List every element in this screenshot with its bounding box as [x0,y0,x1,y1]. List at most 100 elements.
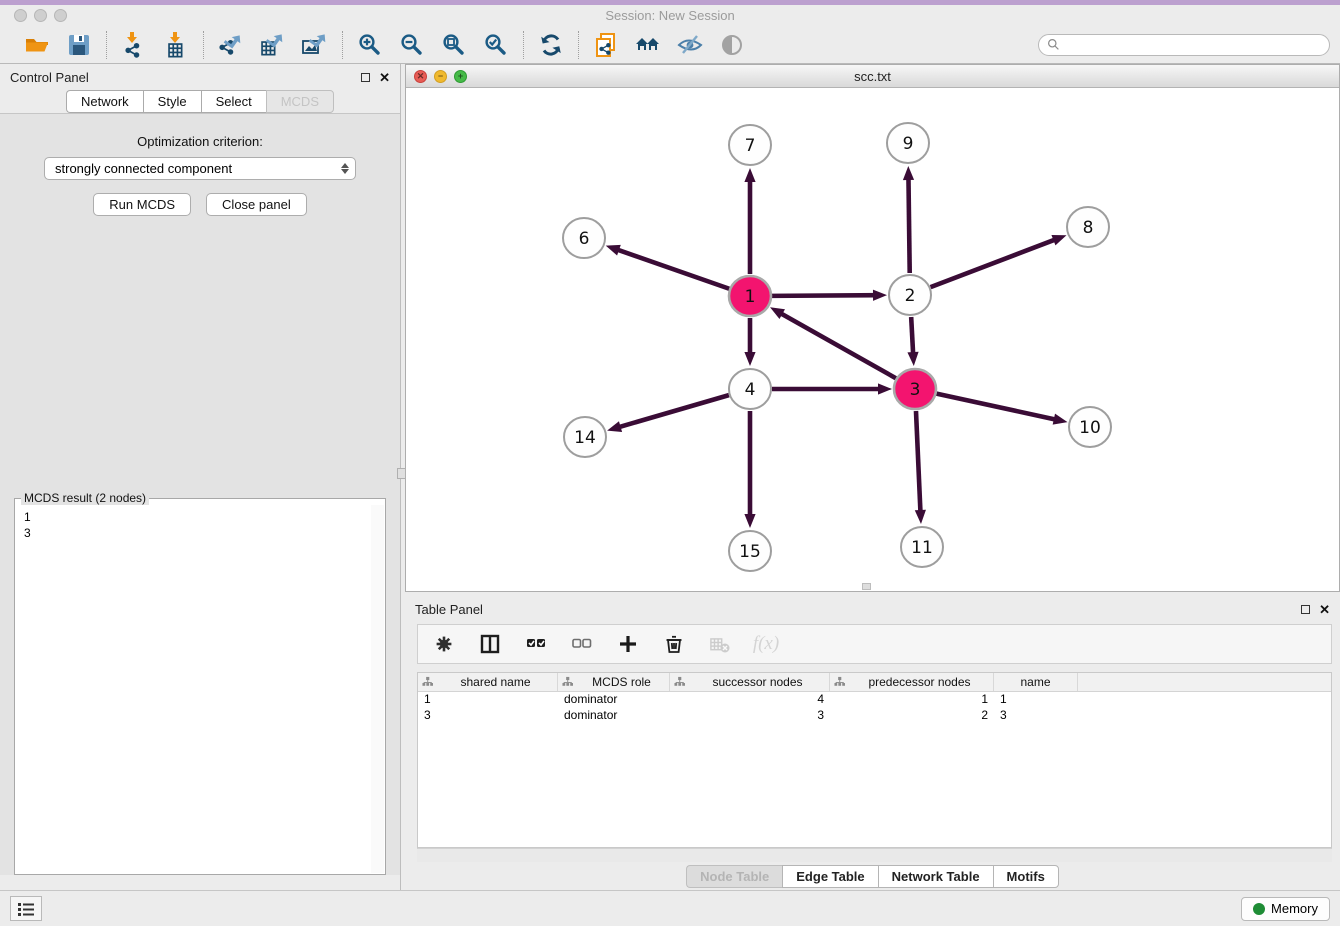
export-table-button[interactable] [259,31,287,59]
zoom-selected-button[interactable] [482,31,510,59]
close-panel-button[interactable]: Close panel [206,193,307,216]
save-session-icon [66,32,92,58]
column-header-predecessor-nodes[interactable]: predecessor nodes [830,673,994,691]
clone-network-button[interactable] [592,31,620,59]
table-cell[interactable]: dominator [558,708,670,724]
table-cell[interactable]: 4 [670,692,830,708]
add-column-button[interactable] [616,632,640,656]
refresh-view-button[interactable] [537,31,565,59]
network-maximize-button[interactable]: + [454,70,467,83]
network-window-titlebar[interactable]: ✕ − + scc.txt [406,65,1339,88]
float-panel-icon[interactable] [361,73,370,82]
import-network-button[interactable] [120,31,148,59]
network-canvas[interactable]: 7968124314101511 [406,88,1339,591]
table-cell[interactable]: 3 [670,708,830,724]
float-table-panel-icon[interactable] [1301,605,1310,614]
memory-button[interactable]: Memory [1241,897,1330,921]
table-settings-button[interactable] [432,632,456,656]
function-builder-button: f(x) [754,632,778,656]
home-layout-button[interactable] [634,31,662,59]
zoom-in-button[interactable] [356,31,384,59]
minimize-window-button[interactable] [34,9,47,22]
column-header-successor-nodes[interactable]: successor nodes [670,673,830,691]
app-titlebar[interactable]: Session: New Session [0,5,1340,26]
column-header-name[interactable]: name [994,673,1078,691]
delete-column-icon [664,634,684,654]
table-row[interactable]: 1dominator411 [418,692,1331,708]
table-cell[interactable]: 3 [418,708,558,724]
select-all-checkboxes-button[interactable] [524,632,548,656]
graph-edge-4-14[interactable] [616,395,729,428]
graph-edge-2-9[interactable] [908,175,909,273]
network-title: scc.txt [406,69,1339,84]
table-cell[interactable]: 1 [418,692,558,708]
run-mcds-button[interactable]: Run MCDS [93,193,191,216]
save-session-button[interactable] [65,31,93,59]
graph-edge-2-8[interactable] [931,238,1059,287]
vertical-splitter[interactable] [400,64,405,890]
memory-label: Memory [1271,901,1318,916]
criterion-select[interactable]: strongly connected component [44,157,356,180]
tab-node-table[interactable]: Node Table [686,865,782,888]
graph-edge-3-10[interactable] [936,394,1058,421]
session-title: Session: New Session [0,5,1340,26]
deselect-all-checkboxes-button[interactable] [570,632,594,656]
delete-column-button[interactable] [662,632,686,656]
mcds-result-list[interactable]: 13 [16,505,384,873]
export-network-button[interactable] [217,31,245,59]
table-header-row: shared nameMCDS rolesuccessor nodesprede… [418,673,1331,692]
home-layout-icon [635,32,661,58]
search-input[interactable] [1065,38,1321,52]
graph-edge-1-6[interactable] [614,249,729,289]
tab-edge-table[interactable]: Edge Table [782,865,877,888]
search-field[interactable] [1038,34,1330,56]
graph-edge-2-3[interactable] [911,317,913,357]
close-window-button[interactable] [14,9,27,22]
criterion-value: strongly connected component [55,161,341,176]
task-history-button[interactable] [10,896,42,921]
graph-edge-3-11[interactable] [916,411,921,515]
table-row[interactable]: 3dominator323 [418,708,1331,724]
tab-select[interactable]: Select [201,90,266,113]
splitter-grip[interactable] [397,468,406,479]
table-toolbar: f(x) [417,624,1332,664]
network-minimize-button[interactable]: − [434,70,447,83]
node-label: 7 [745,136,756,156]
close-table-panel-icon[interactable]: ✕ [1319,605,1330,614]
table-cell[interactable]: 3 [994,708,1078,724]
close-panel-icon[interactable]: ✕ [379,73,390,82]
export-image-button[interactable] [301,31,329,59]
column-attribute-icon [674,676,686,688]
zoom-out-button[interactable] [398,31,426,59]
tab-network[interactable]: Network [66,90,143,113]
graph-edge-3-1[interactable] [778,312,896,378]
tab-style[interactable]: Style [143,90,201,113]
show-hidden-button [718,31,746,59]
table-footer-strip [417,848,1332,862]
table-cell[interactable]: dominator [558,692,670,708]
network-graph[interactable]: 7968124314101511 [406,88,1337,591]
hide-selected-button[interactable] [676,31,704,59]
table-cell[interactable]: 1 [994,692,1078,708]
open-session-button[interactable] [23,31,51,59]
table-cell[interactable]: 2 [830,708,994,724]
table-cell[interactable]: 1 [830,692,994,708]
column-header-shared-name[interactable]: shared name [418,673,558,691]
tab-mcds[interactable]: MCDS [266,90,334,113]
tab-network-table[interactable]: Network Table [878,865,993,888]
edge-arrowhead [878,383,892,394]
tab-motifs[interactable]: Motifs [993,865,1059,888]
column-header-MCDS-role[interactable]: MCDS role [558,673,670,691]
edge-arrowhead [744,352,755,366]
import-table-button[interactable] [162,31,190,59]
network-close-button[interactable]: ✕ [414,70,427,83]
canvas-scroll-grip[interactable] [862,583,871,590]
zoom-fit-button[interactable] [440,31,468,59]
refresh-view-icon [538,32,564,58]
column-view-button[interactable] [478,632,502,656]
column-attribute-icon [834,676,846,688]
zoom-window-button[interactable] [54,9,67,22]
window-controls[interactable] [14,9,67,22]
node-label: 10 [1079,418,1101,438]
graph-edge-1-2[interactable] [772,295,878,296]
